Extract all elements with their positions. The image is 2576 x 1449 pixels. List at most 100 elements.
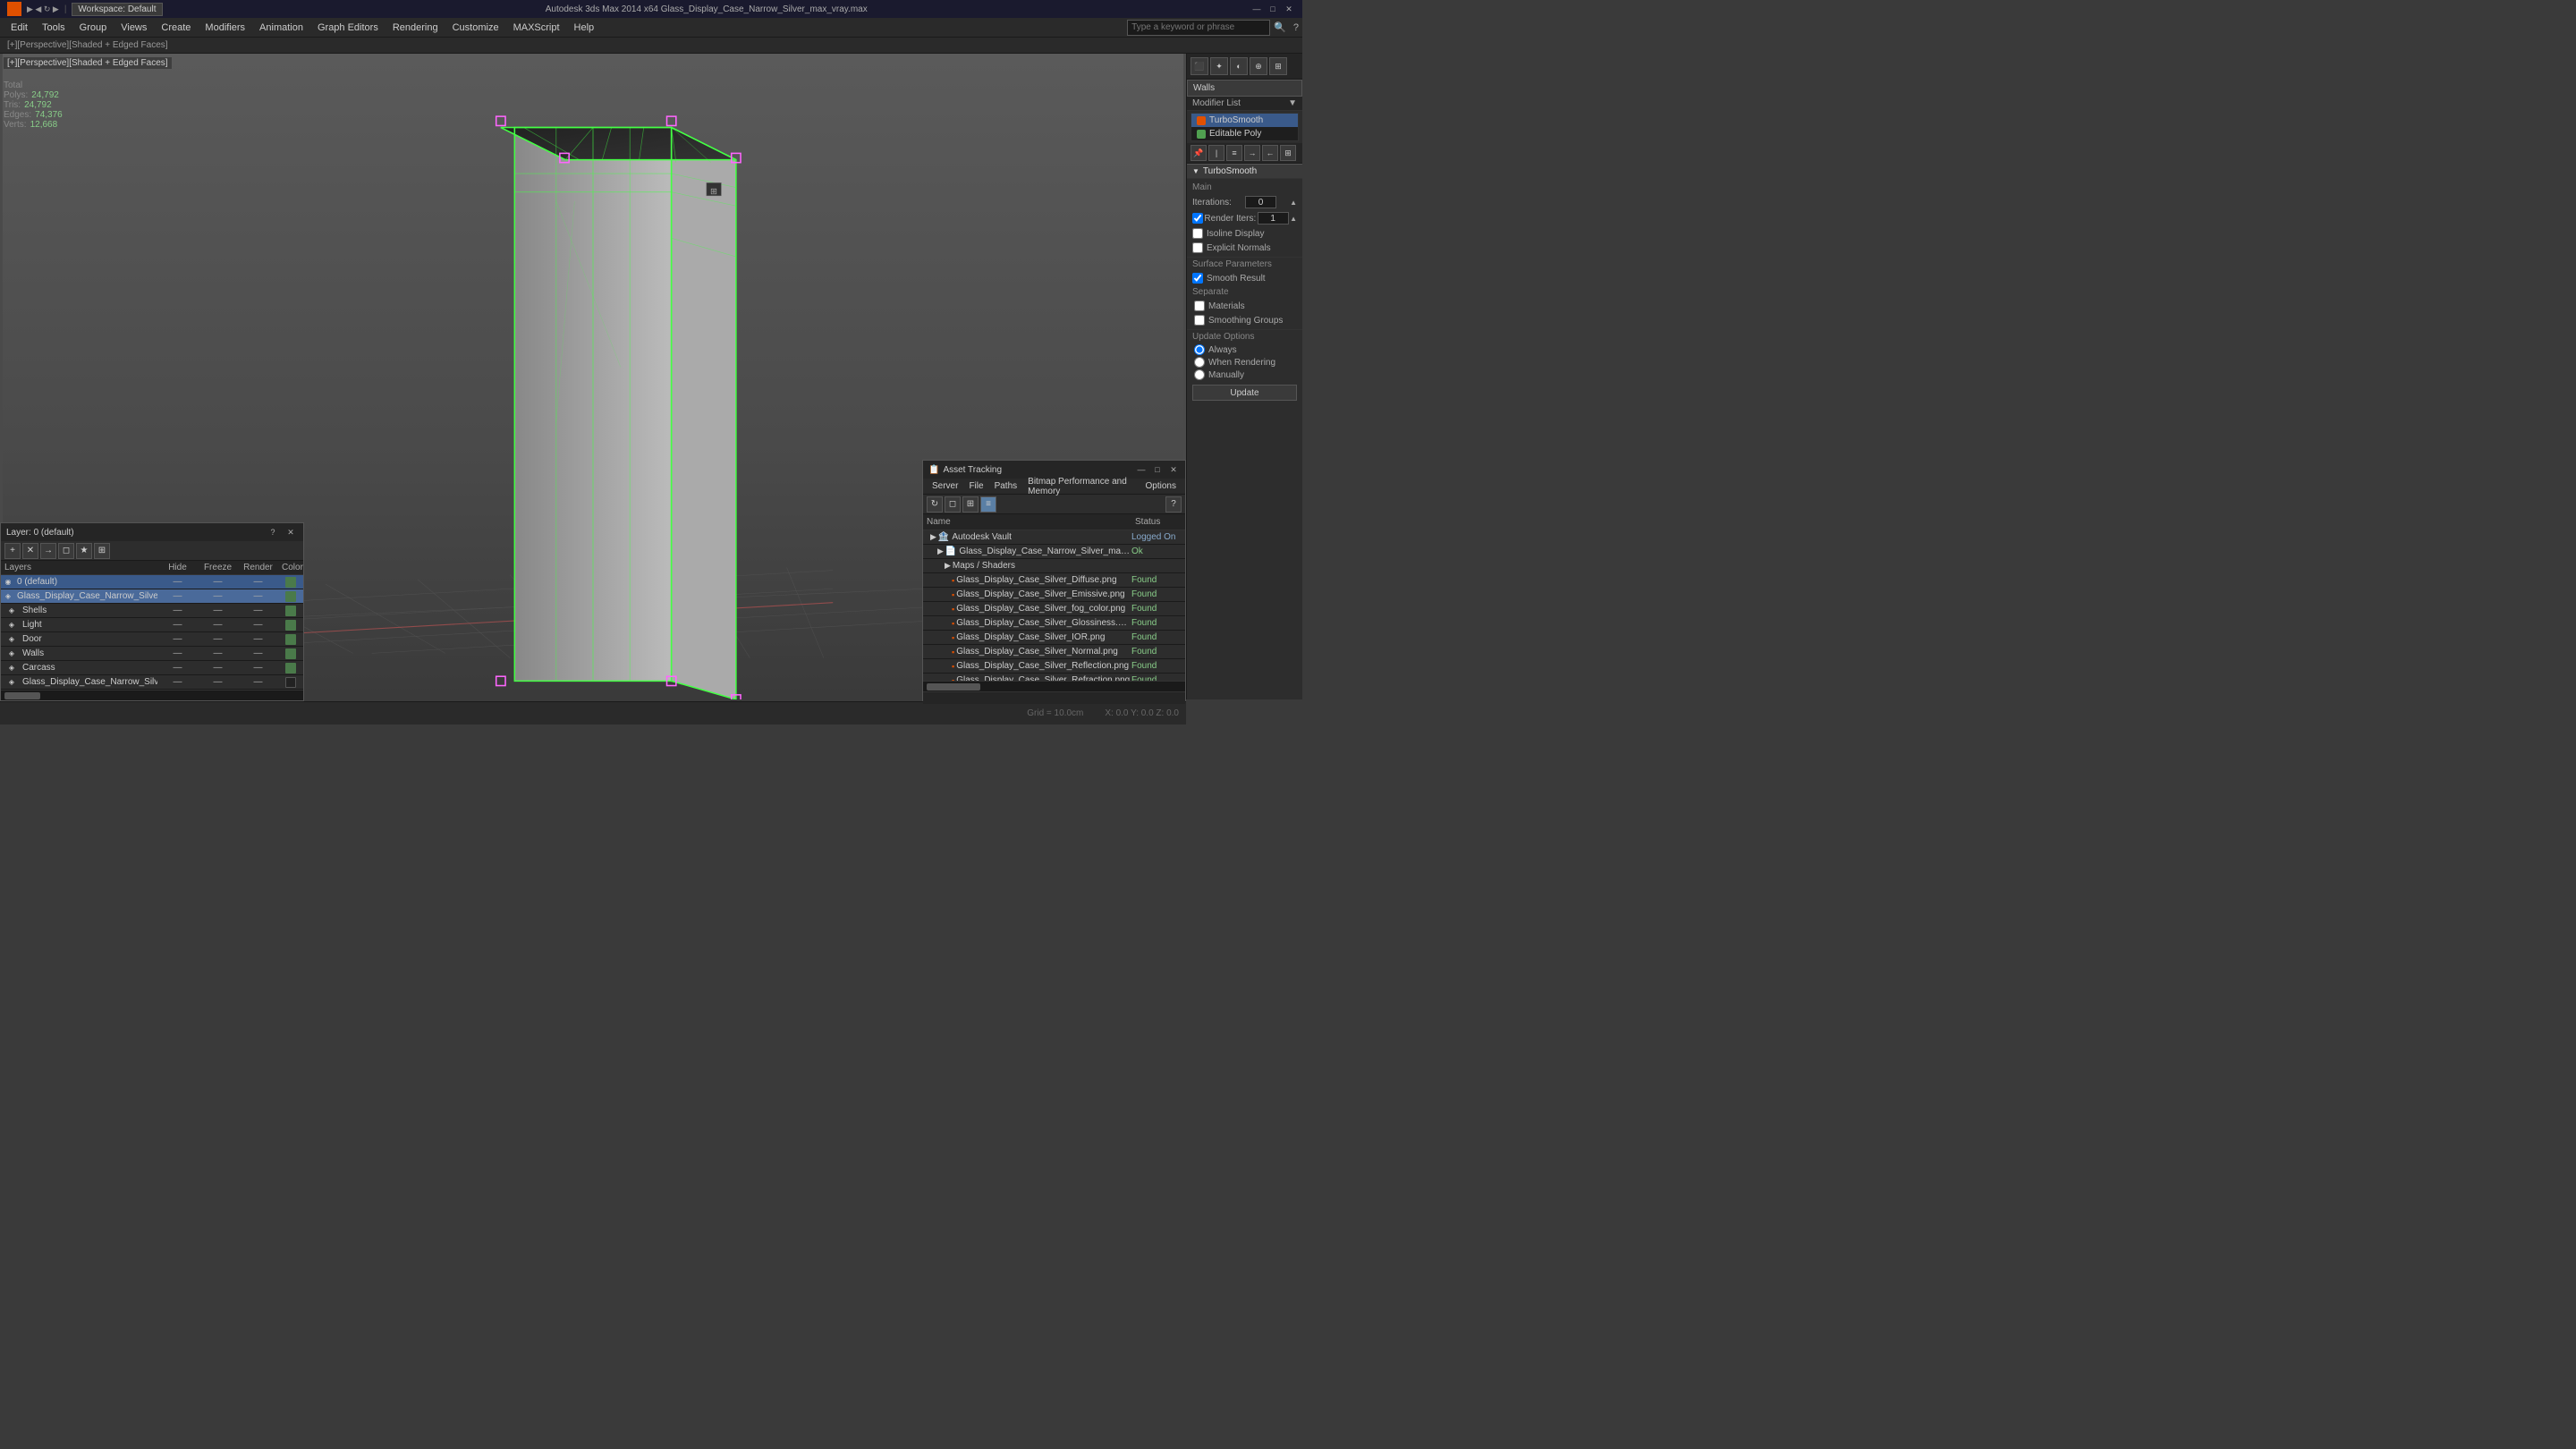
layer-row-0[interactable]: ◉ 0 (default) — — —: [1, 575, 303, 589]
turbosmooth-header[interactable]: ▼ TurboSmooth: [1187, 164, 1302, 179]
asset-menu-file[interactable]: File: [963, 480, 988, 492]
menu-tools[interactable]: Tools: [35, 21, 72, 35]
menu-create[interactable]: Create: [154, 21, 198, 35]
lt-highlight-btn[interactable]: ★: [76, 543, 92, 559]
rp-icon-3[interactable]: ◐: [1230, 57, 1248, 75]
modifier-editable-poly[interactable]: Editable Poly: [1191, 127, 1298, 140]
menu-edit[interactable]: Edit: [4, 21, 35, 35]
asset-minimize-btn[interactable]: —: [1135, 463, 1148, 476]
at-row-gloss[interactable]: ▪ Glass_Display_Case_Silver_Glossiness.p…: [923, 616, 1185, 631]
workspace-dropdown[interactable]: Workspace: Default: [72, 3, 162, 16]
smooth-result-label: Smooth Result: [1207, 274, 1266, 284]
explicit-normals-checkbox[interactable]: [1192, 242, 1203, 253]
rp-icon-multi[interactable]: ≡: [1226, 145, 1242, 161]
lt-all-btn[interactable]: ⊞: [94, 543, 110, 559]
layer-row-carcass[interactable]: ◈ Carcass — — —: [1, 661, 303, 675]
smooth-result-checkbox[interactable]: [1192, 273, 1203, 284]
smoothing-groups-checkbox[interactable]: [1194, 315, 1205, 326]
layer-icon-door: ◈: [3, 634, 13, 645]
menu-group[interactable]: Group: [72, 21, 114, 35]
at-row-refraction[interactable]: ▪ Glass_Display_Case_Silver_Refraction.p…: [923, 674, 1185, 681]
layer-row-shells[interactable]: ◈ Shells — — —: [1, 604, 303, 618]
render-iters-spinner-up[interactable]: ▲: [1290, 215, 1297, 223]
layers-close-btn[interactable]: ✕: [284, 525, 298, 539]
rp-icon-4[interactable]: ⊕: [1250, 57, 1267, 75]
asset-restore-btn[interactable]: □: [1151, 463, 1164, 476]
menu-customize[interactable]: Customize: [445, 21, 506, 35]
asset-scrollbar-h[interactable]: [923, 681, 1185, 691]
render-iters-input[interactable]: [1258, 212, 1289, 225]
layer-row-glass2[interactable]: ◈ Glass_Display_Case_Narrow_Silver — — —: [1, 675, 303, 690]
asset-menu-bitmap[interactable]: Bitmap Performance and Memory: [1022, 476, 1140, 497]
at-row-diffuse[interactable]: ▪ Glass_Display_Case_Silver_Diffuse.png …: [923, 573, 1185, 588]
ior-status: Found: [1131, 632, 1185, 642]
at-row-normal[interactable]: ▪ Glass_Display_Case_Silver_Normal.png F…: [923, 645, 1185, 659]
rp-icon-arrow-right[interactable]: →: [1244, 145, 1260, 161]
manually-radio[interactable]: [1194, 369, 1205, 380]
menu-modifiers[interactable]: Modifiers: [198, 21, 252, 35]
always-radio[interactable]: [1194, 344, 1205, 355]
render-iters-checkbox[interactable]: [1192, 213, 1203, 224]
right-panel: ⬛ ✦ ◐ ⊕ ⊞ Walls Modifier List ▼ TurboSmo…: [1186, 54, 1302, 699]
vault-icon: 🏦: [938, 532, 949, 542]
asset-menu-server[interactable]: Server: [927, 480, 963, 492]
menu-views[interactable]: Views: [114, 21, 154, 35]
menu-help[interactable]: Help: [567, 21, 602, 35]
layer-row-glass[interactable]: ◈ Glass_Display_Case_Narrow_Silver — — —: [1, 589, 303, 604]
at-row-maxfile[interactable]: ▶ 📄 Glass_Display_Case_Narrow_Silver_max…: [923, 545, 1185, 559]
modifier-turbosmooth[interactable]: TurboSmooth: [1191, 114, 1298, 127]
at-row-fog[interactable]: ▪ Glass_Display_Case_Silver_fog_color.pn…: [923, 602, 1185, 616]
at-row-ior[interactable]: ▪ Glass_Display_Case_Silver_IOR.png Foun…: [923, 631, 1185, 645]
menu-rendering[interactable]: Rendering: [386, 21, 445, 35]
at-btn-2[interactable]: ◻: [945, 496, 961, 513]
rp-icon-1[interactable]: ⬛: [1191, 57, 1208, 75]
at-btn-help[interactable]: ?: [1165, 496, 1182, 513]
layer-row-light[interactable]: ◈ Light — — —: [1, 618, 303, 632]
update-button[interactable]: Update: [1192, 385, 1297, 401]
iterations-spinner-up[interactable]: ▲: [1290, 199, 1297, 207]
search-input[interactable]: [1127, 20, 1270, 36]
menu-maxscript[interactable]: MAXScript: [506, 21, 567, 35]
modifier-list-dropdown[interactable]: ▼: [1288, 98, 1297, 108]
help-icon[interactable]: ?: [1293, 22, 1299, 33]
menu-graph-editors[interactable]: Graph Editors: [310, 21, 386, 35]
rp-icon-5[interactable]: ⊞: [1269, 57, 1287, 75]
isoline-checkbox[interactable]: [1192, 228, 1203, 239]
lt-select-btn[interactable]: ◻: [58, 543, 74, 559]
lt-delete-btn[interactable]: ✕: [22, 543, 38, 559]
rp-icon-arrow-left[interactable]: ←: [1262, 145, 1278, 161]
object-name[interactable]: Walls: [1187, 80, 1302, 97]
maximize-button[interactable]: □: [1267, 3, 1279, 15]
at-row-vault[interactable]: ▶ 🏦 Autodesk Vault Logged On: [923, 530, 1185, 545]
surface-params-label: Surface Parameters: [1187, 257, 1302, 271]
modifier-list: TurboSmooth Editable Poly: [1191, 113, 1299, 141]
at-btn-3[interactable]: ⊞: [962, 496, 979, 513]
rp-icon-pin[interactable]: 📌: [1191, 145, 1207, 161]
at-row-maps[interactable]: ▶ Maps / Shaders: [923, 559, 1185, 573]
search-icon[interactable]: 🔍: [1274, 21, 1286, 33]
asset-close-btn[interactable]: ✕: [1167, 463, 1180, 476]
rp-icon-2[interactable]: ✦: [1210, 57, 1228, 75]
at-row-reflection[interactable]: ▪ Glass_Display_Case_Silver_Reflection.p…: [923, 659, 1185, 674]
lt-add-sel-btn[interactable]: →: [40, 543, 56, 559]
layer-row-door[interactable]: ◈ Door — — —: [1, 632, 303, 647]
asset-menu-options[interactable]: Options: [1140, 480, 1182, 492]
minimize-button[interactable]: —: [1250, 3, 1263, 15]
at-btn-4[interactable]: ≡: [980, 496, 996, 513]
when-rendering-radio[interactable]: [1194, 357, 1205, 368]
menu-animation[interactable]: Animation: [252, 21, 310, 35]
rp-icon-single[interactable]: |: [1208, 145, 1224, 161]
close-button[interactable]: ✕: [1283, 3, 1295, 15]
rp-icon-grid[interactable]: ⊞: [1280, 145, 1296, 161]
at-btn-1[interactable]: ↻: [927, 496, 943, 513]
layer-row-walls[interactable]: ◈ Walls — — —: [1, 647, 303, 661]
lt-new-btn[interactable]: +: [4, 543, 21, 559]
asset-menu-paths[interactable]: Paths: [989, 480, 1023, 492]
at-row-emissive[interactable]: ▪ Glass_Display_Case_Silver_Emissive.png…: [923, 588, 1185, 602]
layers-help-btn[interactable]: ?: [266, 525, 280, 539]
materials-checkbox[interactable]: [1194, 301, 1205, 311]
iterations-input[interactable]: [1245, 196, 1276, 208]
layers-panel: Layer: 0 (default) ? ✕ + ✕ → ◻ ★ ⊞ Layer…: [0, 522, 304, 701]
layer-icon-carcass: ◈: [3, 663, 13, 674]
smoothing-groups-row: Smoothing Groups: [1187, 313, 1302, 327]
